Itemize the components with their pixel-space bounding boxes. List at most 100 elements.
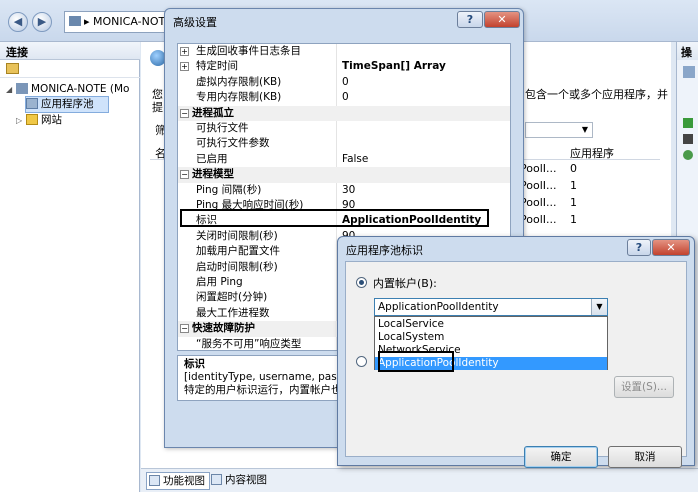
tree-item-server[interactable]: ◢ MONICA-NOTE (Mo [6,82,129,97]
property-name: 快速故障防护 [192,322,255,335]
collapsed-triangle-icon[interactable]: ▷ [16,113,26,128]
sites-folder-icon [26,114,38,125]
help-button[interactable]: ? [457,11,483,28]
row-identity: PoolI... [520,196,557,209]
column-divider [336,136,337,153]
column-divider [336,182,337,199]
property-value[interactable]: False [342,152,368,167]
property-value[interactable]: 30 [342,183,355,198]
property-row[interactable]: + 生成回收事件日志条目 [178,44,510,60]
expand-triangle-icon[interactable]: ◢ [6,82,16,97]
property-value[interactable]: TimeSpan[] Array [342,59,446,74]
expand-icon[interactable]: + [180,62,189,72]
combo-value: ApplicationPoolIdentity [378,301,499,313]
property-name: 特定时间 [196,60,238,73]
tree-item-sites[interactable]: ▷ 网站 [16,113,62,128]
property-name: 启动时间限制(秒) [196,260,278,273]
property-value[interactable]: 0 [342,75,349,90]
chevron-right-icon: ▸ [84,15,94,28]
stop-icon[interactable] [683,134,693,144]
property-name: 闲置超时(分钟) [196,291,268,304]
custom-account-radio[interactable] [356,356,367,367]
property-value[interactable]: 0 [342,90,349,105]
property-name: 进程模型 [192,168,234,181]
row-identity: PoolI... [520,162,557,175]
dialog-title: 应用程序池标识 [346,244,423,257]
server-icon [69,16,81,26]
option-local-service[interactable]: LocalService [375,318,607,331]
chevron-down-icon[interactable]: ▼ [591,299,607,315]
tree-label: MONICA-NOTE (Mo [31,83,130,95]
set-button[interactable]: 设置(S)... [614,376,674,398]
column-divider [336,44,337,60]
property-name: 已启用 [196,152,228,165]
tab-content-view[interactable]: 内容视图 [209,472,271,490]
row-apps: 0 [570,162,577,175]
property-name: 生成回收事件日志条目 [196,45,301,57]
row-identity: PoolI... [520,213,557,226]
connections-pane: 连接 ◢ MONICA-NOTE (Mo 应用程序池 ▷ 网站 [0,42,140,492]
property-name: 专用内存限制(KB) [196,91,282,104]
radio-dot [359,280,364,285]
view-switcher: 功能视图 内容视图 [141,468,698,492]
property-name: Ping 间隔(秒) [196,183,262,196]
property-name: “服务不可用”响应类型 [196,337,302,350]
folder-icon[interactable] [6,63,19,74]
property-row[interactable]: 专用内存限制(KB) 0 [178,90,510,107]
property-name: 可执行文件 [196,122,249,134]
column-divider [336,90,337,107]
tab-features-view[interactable]: 功能视图 [146,472,210,490]
action-icon[interactable] [683,66,695,78]
row-apps: 1 [570,179,577,192]
property-row[interactable]: 可执行文件 [178,121,510,137]
property-name: 加载用户配置文件 [196,245,280,258]
app-pool-icon [26,98,38,109]
forward-icon[interactable]: ▶ [32,12,52,32]
tree-label: 应用程序池 [41,98,94,110]
collapse-icon[interactable]: − [180,108,189,118]
tree-item-app-pools[interactable]: 应用程序池 [25,96,109,113]
connections-title: 连接 [0,42,140,60]
row-apps: 1 [570,213,577,226]
close-button[interactable]: ✕ [484,11,520,28]
features-view-icon [149,475,160,486]
collapse-icon[interactable]: − [180,170,189,180]
tab-label: 内容视图 [225,474,267,486]
column-divider [336,74,337,91]
tree-label: 网站 [41,114,62,126]
expand-icon[interactable]: + [180,47,189,56]
help-button[interactable]: ? [627,239,651,256]
row-apps: 1 [570,196,577,209]
property-category[interactable]: − 进程孤立 [178,105,510,121]
column-apps[interactable]: 应用程序 [570,145,614,161]
column-divider [336,121,337,137]
property-row[interactable]: 虚拟内存限制(KB) 0 [178,74,510,91]
property-name: 虚拟内存限制(KB) [196,75,282,88]
collapse-icon[interactable]: − [180,324,189,334]
property-category[interactable]: − 进程模型 [178,167,510,183]
property-name: 进程孤立 [192,106,234,119]
property-row[interactable]: 可执行文件参数 [178,136,510,153]
tab-label: 功能视图 [163,475,205,487]
property-row[interactable]: + 特定时间 TimeSpan[] Array [178,59,510,76]
address-bar[interactable]: ▸ MONICA-NOTE [64,11,174,33]
server-icon [16,83,28,94]
property-name: 最大工作进程数 [196,306,270,319]
property-row[interactable]: 已启用 False [178,151,510,168]
dialog-title: 高级设置 [173,16,217,29]
builtin-account-radio[interactable] [356,277,367,288]
content-view-icon [211,474,222,485]
builtin-account-combobox[interactable]: ApplicationPoolIdentity ▼ [374,298,608,316]
property-row[interactable]: Ping 间隔(秒) 30 [178,182,510,199]
column-divider [336,151,337,168]
cancel-button[interactable]: 取消 [608,446,682,468]
filter-dropdown[interactable]: ▼ [525,122,593,138]
option-local-system[interactable]: LocalSystem [375,331,607,344]
back-icon[interactable]: ◀ [8,12,28,32]
connections-toolbar [0,60,140,78]
start-icon[interactable] [683,118,693,128]
intro-text-left2: 提 [152,101,163,114]
recycle-icon[interactable] [683,150,693,160]
ok-button[interactable]: 确定 [524,446,598,468]
close-button[interactable]: ✕ [652,239,690,256]
